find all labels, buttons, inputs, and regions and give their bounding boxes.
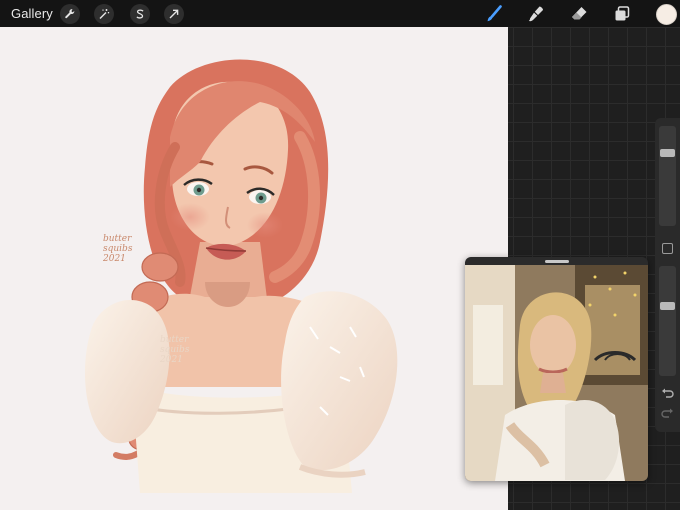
reference-window[interactable]	[465, 257, 648, 481]
redo-icon[interactable]	[661, 408, 674, 420]
opacity-handle[interactable]	[660, 301, 675, 310]
reference-photo	[465, 265, 648, 481]
artwork-canvas[interactable]: butter squibs 2021 butter squibs 2021	[0, 27, 508, 510]
gallery-button[interactable]: Gallery	[11, 6, 53, 21]
transform-arrow-icon[interactable]	[164, 4, 184, 24]
wrench-icon[interactable]	[60, 4, 80, 24]
layers-icon[interactable]	[612, 4, 632, 24]
artist-signature-watermark: butter squibs 2021	[160, 335, 190, 365]
smudge-icon[interactable]	[526, 4, 546, 24]
brush-sidebar	[655, 118, 680, 432]
portrait-illustration	[84, 59, 398, 493]
modify-button[interactable]	[662, 243, 673, 254]
artist-signature: butter squibs 2021	[103, 234, 133, 264]
undo-icon[interactable]	[661, 388, 674, 400]
selection-s-icon[interactable]	[130, 4, 150, 24]
eraser-icon[interactable]	[569, 4, 589, 24]
magic-wand-icon[interactable]	[94, 4, 114, 24]
brush-size-slider[interactable]	[659, 126, 676, 226]
brush-size-handle[interactable]	[660, 149, 675, 157]
reference-grab-handle[interactable]	[545, 260, 569, 263]
toolbar: Gallery	[0, 0, 680, 27]
opacity-slider[interactable]	[659, 266, 676, 376]
color-picker-swatch[interactable]	[656, 4, 677, 25]
brush-icon[interactable]	[484, 4, 504, 24]
